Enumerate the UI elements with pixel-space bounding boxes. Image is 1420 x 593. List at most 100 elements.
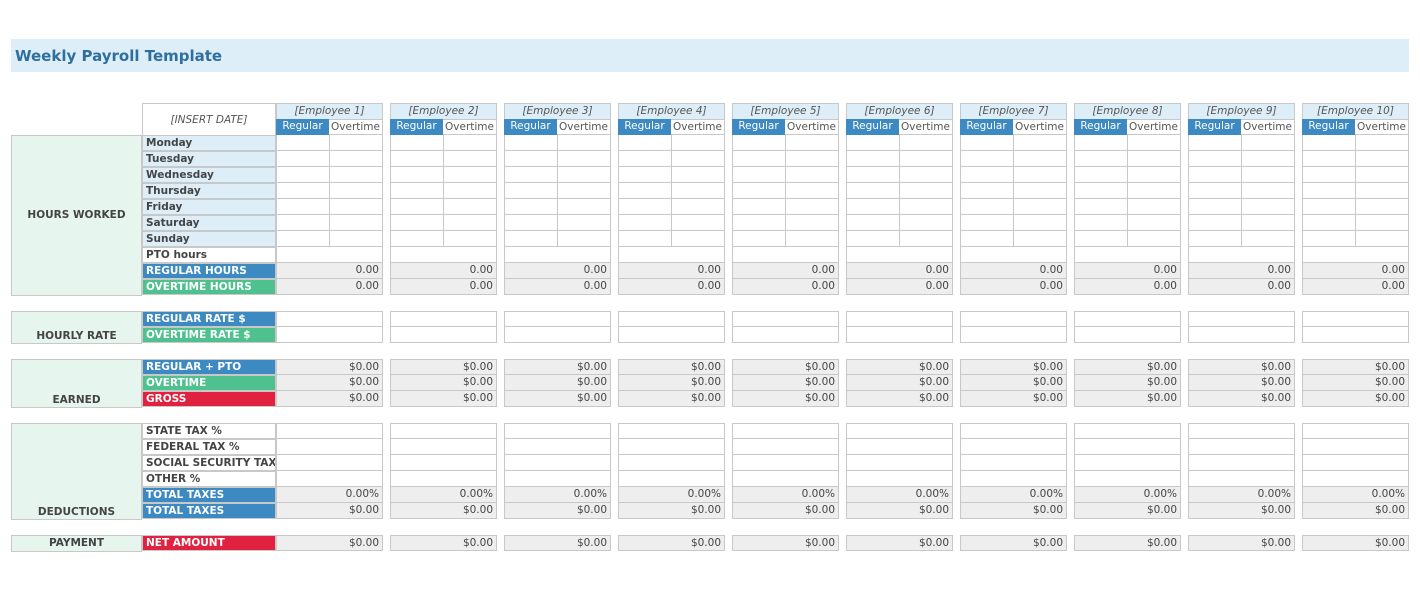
overtime-rate-input[interactable] [846, 327, 953, 343]
regular-rate-input[interactable] [276, 311, 383, 327]
pto-hours-input[interactable] [504, 247, 611, 263]
hours-regular-input[interactable] [1188, 215, 1242, 231]
hours-overtime-input[interactable] [671, 199, 725, 215]
social-security-tax-input[interactable] [504, 455, 611, 471]
hours-regular-input[interactable] [846, 231, 900, 247]
hours-overtime-input[interactable] [329, 135, 383, 151]
hours-overtime-input[interactable] [671, 215, 725, 231]
hours-overtime-input[interactable] [443, 215, 497, 231]
hours-overtime-input[interactable] [671, 151, 725, 167]
hours-regular-input[interactable] [960, 151, 1014, 167]
hours-overtime-input[interactable] [1127, 231, 1181, 247]
hours-regular-input[interactable] [618, 231, 672, 247]
hours-overtime-input[interactable] [1013, 199, 1067, 215]
hours-overtime-input[interactable] [1241, 135, 1295, 151]
other-tax-input[interactable] [960, 471, 1067, 487]
hours-overtime-input[interactable] [1013, 151, 1067, 167]
hours-regular-input[interactable] [390, 151, 444, 167]
regular-rate-input[interactable] [504, 311, 611, 327]
state-tax-input[interactable] [504, 423, 611, 439]
hours-regular-input[interactable] [960, 167, 1014, 183]
hours-regular-input[interactable] [276, 183, 330, 199]
hours-overtime-input[interactable] [899, 215, 953, 231]
hours-overtime-input[interactable] [1127, 135, 1181, 151]
hours-regular-input[interactable] [846, 135, 900, 151]
hours-overtime-input[interactable] [329, 199, 383, 215]
hours-regular-input[interactable] [1302, 151, 1356, 167]
overtime-rate-input[interactable] [1302, 327, 1409, 343]
hours-overtime-input[interactable] [1241, 151, 1295, 167]
hours-overtime-input[interactable] [1013, 215, 1067, 231]
hours-overtime-input[interactable] [1127, 183, 1181, 199]
hours-overtime-input[interactable] [1355, 151, 1409, 167]
hours-regular-input[interactable] [504, 151, 558, 167]
hours-regular-input[interactable] [1302, 231, 1356, 247]
hours-regular-input[interactable] [846, 215, 900, 231]
employee-header-1[interactable]: [Employee 1] [276, 103, 383, 120]
hours-overtime-input[interactable] [671, 135, 725, 151]
hours-overtime-input[interactable] [1127, 215, 1181, 231]
hours-regular-input[interactable] [1188, 167, 1242, 183]
other-tax-input[interactable] [504, 471, 611, 487]
hours-regular-input[interactable] [390, 167, 444, 183]
employee-header-9[interactable]: [Employee 9] [1188, 103, 1295, 120]
regular-rate-input[interactable] [960, 311, 1067, 327]
hours-regular-input[interactable] [732, 135, 786, 151]
other-tax-input[interactable] [732, 471, 839, 487]
hours-overtime-input[interactable] [785, 183, 839, 199]
hours-regular-input[interactable] [276, 135, 330, 151]
state-tax-input[interactable] [1074, 423, 1181, 439]
hours-regular-input[interactable] [390, 135, 444, 151]
overtime-rate-input[interactable] [504, 327, 611, 343]
hours-regular-input[interactable] [504, 231, 558, 247]
hours-overtime-input[interactable] [557, 167, 611, 183]
hours-overtime-input[interactable] [1013, 231, 1067, 247]
hours-overtime-input[interactable] [1241, 183, 1295, 199]
pto-hours-input[interactable] [390, 247, 497, 263]
hours-overtime-input[interactable] [671, 183, 725, 199]
hours-regular-input[interactable] [504, 183, 558, 199]
hours-regular-input[interactable] [960, 215, 1014, 231]
overtime-rate-input[interactable] [1074, 327, 1181, 343]
hours-overtime-input[interactable] [329, 151, 383, 167]
social-security-tax-input[interactable] [276, 455, 383, 471]
other-tax-input[interactable] [276, 471, 383, 487]
hours-regular-input[interactable] [732, 183, 786, 199]
hours-overtime-input[interactable] [899, 167, 953, 183]
hours-overtime-input[interactable] [443, 183, 497, 199]
hours-regular-input[interactable] [1188, 183, 1242, 199]
hours-regular-input[interactable] [846, 151, 900, 167]
hours-overtime-input[interactable] [443, 199, 497, 215]
hours-regular-input[interactable] [618, 183, 672, 199]
other-tax-input[interactable] [846, 471, 953, 487]
hours-overtime-input[interactable] [1013, 167, 1067, 183]
hours-overtime-input[interactable] [443, 231, 497, 247]
employee-header-7[interactable]: [Employee 7] [960, 103, 1067, 120]
hours-overtime-input[interactable] [899, 231, 953, 247]
other-tax-input[interactable] [390, 471, 497, 487]
hours-overtime-input[interactable] [443, 151, 497, 167]
hours-regular-input[interactable] [1302, 183, 1356, 199]
pto-hours-input[interactable] [618, 247, 725, 263]
employee-header-6[interactable]: [Employee 6] [846, 103, 953, 120]
hours-regular-input[interactable] [276, 215, 330, 231]
hours-regular-input[interactable] [276, 167, 330, 183]
regular-rate-input[interactable] [1188, 311, 1295, 327]
hours-regular-input[interactable] [1188, 231, 1242, 247]
hours-regular-input[interactable] [732, 199, 786, 215]
federal-tax-input[interactable] [1302, 439, 1409, 455]
regular-rate-input[interactable] [732, 311, 839, 327]
hours-regular-input[interactable] [846, 167, 900, 183]
employee-header-3[interactable]: [Employee 3] [504, 103, 611, 120]
state-tax-input[interactable] [1302, 423, 1409, 439]
social-security-tax-input[interactable] [618, 455, 725, 471]
hours-overtime-input[interactable] [557, 231, 611, 247]
hours-regular-input[interactable] [390, 231, 444, 247]
overtime-rate-input[interactable] [960, 327, 1067, 343]
other-tax-input[interactable] [1188, 471, 1295, 487]
social-security-tax-input[interactable] [1074, 455, 1181, 471]
pto-hours-input[interactable] [1074, 247, 1181, 263]
federal-tax-input[interactable] [1188, 439, 1295, 455]
hours-overtime-input[interactable] [899, 151, 953, 167]
state-tax-input[interactable] [1188, 423, 1295, 439]
